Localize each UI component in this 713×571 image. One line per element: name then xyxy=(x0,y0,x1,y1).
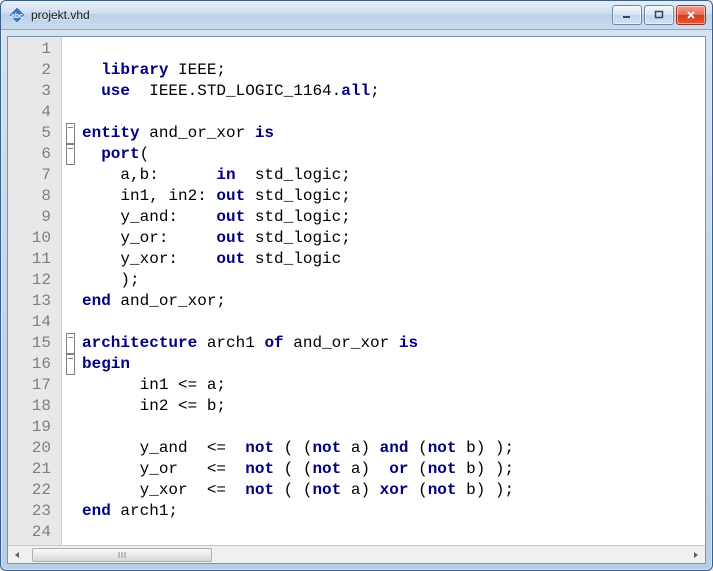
code-line[interactable]: y_and: out std_logic; xyxy=(82,207,701,228)
fold-cell xyxy=(62,60,78,81)
code-line[interactable]: library IEEE; xyxy=(82,60,701,81)
fold-cell xyxy=(62,291,78,312)
line-number: 7 xyxy=(14,165,51,186)
line-number: 1 xyxy=(14,39,51,60)
line-number: 8 xyxy=(14,186,51,207)
code-line[interactable]: end arch1; xyxy=(82,501,701,522)
code-line[interactable]: architecture arch1 of and_or_xor is xyxy=(82,333,701,354)
line-number: 4 xyxy=(14,102,51,123)
fold-cell xyxy=(62,459,78,480)
code-line[interactable] xyxy=(82,522,701,543)
code-line[interactable]: in1, in2: out std_logic; xyxy=(82,186,701,207)
line-number: 13 xyxy=(14,291,51,312)
line-number: 12 xyxy=(14,270,51,291)
fold-toggle-icon[interactable] xyxy=(66,123,75,144)
fold-cell xyxy=(62,375,78,396)
fold-cell xyxy=(62,501,78,522)
line-number: 20 xyxy=(14,438,51,459)
code-line[interactable]: y_and <= not ( (not a) and (not b) ); xyxy=(82,438,701,459)
titlebar[interactable]: abc projekt.vhd xyxy=(1,1,712,30)
fold-cell xyxy=(62,249,78,270)
code-line[interactable]: end and_or_xor; xyxy=(82,291,701,312)
line-number: 2 xyxy=(14,60,51,81)
fold-cell xyxy=(62,417,78,438)
scroll-track[interactable] xyxy=(26,547,687,563)
window-frame: abc projekt.vhd 123456789101112131415161… xyxy=(0,0,713,571)
fold-cell xyxy=(62,207,78,228)
fold-cell xyxy=(62,270,78,291)
line-number: 24 xyxy=(14,522,51,543)
svg-text:abc: abc xyxy=(11,13,23,20)
fold-column[interactable] xyxy=(62,37,78,545)
scroll-thumb[interactable] xyxy=(32,548,212,562)
fold-cell[interactable] xyxy=(62,144,78,165)
code-line[interactable]: in1 <= a; xyxy=(82,375,701,396)
line-number: 10 xyxy=(14,228,51,249)
code-line[interactable]: a,b: in std_logic; xyxy=(82,165,701,186)
scroll-left-arrow[interactable] xyxy=(8,547,26,563)
code-content[interactable]: library IEEE; use IEEE.STD_LOGIC_1164.al… xyxy=(78,37,705,545)
line-number: 23 xyxy=(14,501,51,522)
line-number: 9 xyxy=(14,207,51,228)
fold-toggle-icon[interactable] xyxy=(66,144,75,165)
fold-cell xyxy=(62,228,78,249)
code-line[interactable] xyxy=(82,39,701,60)
fold-cell xyxy=(62,438,78,459)
app-icon: abc xyxy=(9,7,25,23)
code-line[interactable]: entity and_or_xor is xyxy=(82,123,701,144)
fold-cell xyxy=(62,312,78,333)
code-line[interactable]: use IEEE.STD_LOGIC_1164.all; xyxy=(82,81,701,102)
fold-toggle-icon[interactable] xyxy=(66,333,75,354)
fold-cell[interactable] xyxy=(62,354,78,375)
code-line[interactable]: y_xor <= not ( (not a) xor (not b) ); xyxy=(82,480,701,501)
code-line[interactable] xyxy=(82,417,701,438)
line-number: 11 xyxy=(14,249,51,270)
line-number: 21 xyxy=(14,459,51,480)
fold-cell xyxy=(62,396,78,417)
window-title: projekt.vhd xyxy=(31,8,612,22)
line-number: 5 xyxy=(14,123,51,144)
window-controls xyxy=(612,5,706,25)
maximize-button[interactable] xyxy=(644,5,674,25)
code-line[interactable]: begin xyxy=(82,354,701,375)
line-number: 6 xyxy=(14,144,51,165)
code-line[interactable]: y_or <= not ( (not a) or (not b) ); xyxy=(82,459,701,480)
code-line[interactable] xyxy=(82,312,701,333)
line-number: 15 xyxy=(14,333,51,354)
close-button[interactable] xyxy=(676,5,706,25)
code-line[interactable]: y_or: out std_logic; xyxy=(82,228,701,249)
code-line[interactable]: y_xor: out std_logic xyxy=(82,249,701,270)
line-number: 14 xyxy=(14,312,51,333)
line-number: 17 xyxy=(14,375,51,396)
editor-panel: 123456789101112131415161718192021222324 … xyxy=(7,36,706,564)
fold-cell xyxy=(62,102,78,123)
fold-toggle-icon[interactable] xyxy=(66,354,75,375)
minimize-button[interactable] xyxy=(612,5,642,25)
fold-cell xyxy=(62,522,78,543)
line-number: 22 xyxy=(14,480,51,501)
line-number: 18 xyxy=(14,396,51,417)
line-number-gutter: 123456789101112131415161718192021222324 xyxy=(8,37,62,545)
fold-cell xyxy=(62,39,78,60)
code-line[interactable]: ); xyxy=(82,270,701,291)
code-line[interactable]: port( xyxy=(82,144,701,165)
code-line[interactable]: in2 <= b; xyxy=(82,396,701,417)
fold-cell xyxy=(62,165,78,186)
line-number: 19 xyxy=(14,417,51,438)
line-number: 3 xyxy=(14,81,51,102)
fold-cell[interactable] xyxy=(62,123,78,144)
scroll-right-arrow[interactable] xyxy=(687,547,705,563)
fold-cell[interactable] xyxy=(62,333,78,354)
code-editor[interactable]: 123456789101112131415161718192021222324 … xyxy=(8,37,705,545)
line-number: 16 xyxy=(14,354,51,375)
horizontal-scrollbar[interactable] xyxy=(8,545,705,563)
fold-cell xyxy=(62,186,78,207)
code-line[interactable] xyxy=(82,102,701,123)
fold-cell xyxy=(62,480,78,501)
fold-cell xyxy=(62,81,78,102)
